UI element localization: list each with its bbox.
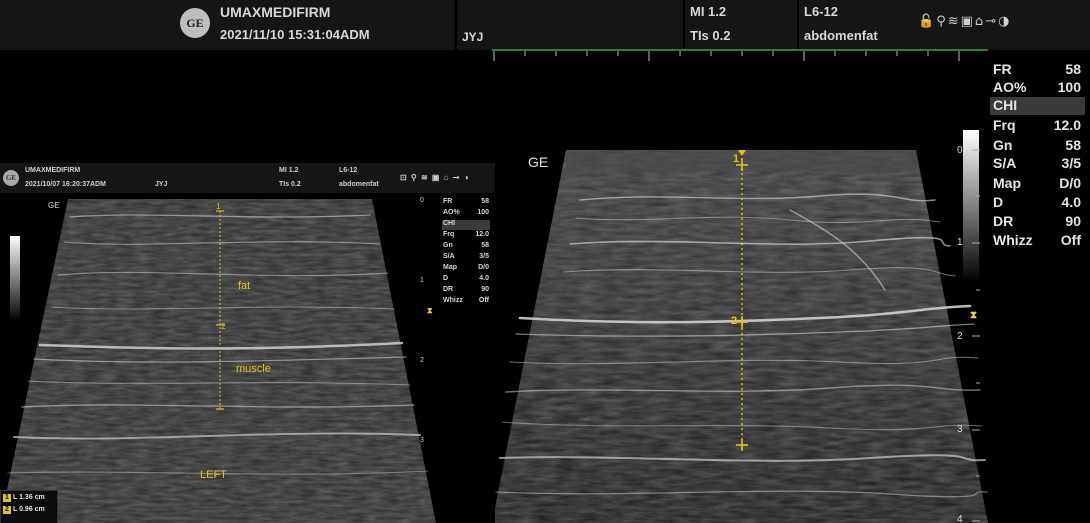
header-divider [683, 0, 685, 50]
inset-param-sa: S/A 3/5 [443, 253, 489, 260]
inset-param-chi: CHI [442, 220, 490, 230]
inset-param-fr: FR 58 [443, 198, 489, 205]
depth-tick-3: 3 [957, 424, 963, 435]
depth-tick-1: 1 [957, 237, 963, 248]
measurement-2: 2L 0.96 cm [3, 506, 45, 514]
param-frq: Frq 12.0 [993, 117, 1081, 133]
thermal-index: TIs 0.2 [690, 28, 731, 43]
inset-param-frq: Frq 12.0 [443, 231, 489, 238]
inset-param-whizz: Whizz Off [443, 297, 489, 304]
depth-tick-2: 2 [957, 331, 963, 342]
param-gn: Gn 58 [993, 137, 1081, 153]
inset-depth-3: 3 [420, 437, 424, 444]
inset-exam-datetime: 2021/10/07 16:20:37ADM [25, 181, 106, 188]
param-dr: DR 90 [993, 213, 1081, 229]
inset-param-map: Map D/0 [443, 264, 489, 271]
inset-depth-1: 1 [420, 277, 424, 284]
param-map: Map D/0 [993, 175, 1081, 191]
caliper-start-label: 1 [733, 153, 739, 165]
inset-orientation-label: GE [48, 201, 60, 210]
inset-caliper-end: 2 [221, 322, 226, 331]
network-icon[interactable]: ≋ [948, 14, 961, 29]
header-bar: GE UMAXMEDIFIRM 2021/11/10 15:31:04ADM J… [0, 0, 1090, 50]
probe-icon[interactable]: ⚲ [936, 14, 948, 29]
site-name: UMAXMEDIFIRM [220, 4, 331, 20]
contrast-icon[interactable]: ◑ [998, 14, 1011, 29]
measurement-1: 1L 1.36 cm [3, 494, 45, 502]
annotation-fat: fat [238, 280, 251, 292]
inset-probe: L6-12 [339, 167, 358, 174]
inset-param-gn: Gn 58 [443, 242, 489, 249]
param-fr: FR 58 [993, 61, 1081, 77]
header-divider [797, 0, 799, 50]
measurement-results: 1L 1.36 cm 2L 0.96 cm [0, 490, 58, 523]
inset-operator: JYJ [155, 181, 168, 188]
status-icons: 🔓⚲≋▣⌂⊸◑ [918, 14, 1011, 29]
annotation-muscle: muscle [236, 363, 271, 375]
disk-icon[interactable]: ▣ [961, 14, 975, 29]
ultrasound-image-current[interactable]: 1 2 [490, 140, 990, 523]
lock-icon[interactable]: 🔓 [918, 14, 936, 29]
caliper-end-label: 2 [731, 315, 737, 327]
param-whizz: Whizz Off [993, 232, 1081, 248]
param-d: D 4.0 [993, 194, 1081, 210]
inset-ge-logo: GE [3, 170, 19, 186]
inset-preset: abdomenfat [339, 181, 379, 188]
header-divider [455, 0, 457, 50]
inset-depth-0: 0 [420, 197, 424, 204]
param-sa: S/A 3/5 [993, 155, 1081, 171]
focus-marker[interactable]: ⧗ [970, 310, 977, 321]
inset-focus-marker: ⧗ [427, 306, 433, 315]
inset-grayscale-bar [10, 236, 20, 321]
image-orientation-label: GE [528, 154, 549, 170]
inset-mi: MI 1.2 [279, 167, 299, 174]
inset-caliper-start: 1 [216, 202, 221, 211]
probe-name: L6-12 [804, 4, 838, 19]
lateral-ruler [492, 49, 988, 61]
inset-param-d: D 4.0 [443, 275, 489, 282]
sector-background [492, 150, 988, 523]
depth-ticks [972, 149, 980, 522]
printer-icon[interactable]: ⌂ [975, 14, 985, 29]
key-icon[interactable]: ⊸ [985, 14, 998, 29]
depth-tick-4: 4 [957, 514, 963, 523]
operator-initials: JYJ [462, 30, 484, 44]
preset-name: abdomenfat [804, 28, 878, 43]
mechanical-index: MI 1.2 [690, 4, 727, 19]
depth-tick-0: 0 [957, 145, 963, 156]
inset-tis: TIs 0.2 [279, 181, 301, 188]
ge-logo: GE [180, 8, 210, 38]
inset-status-icons: ⊡ ⚲ ≋ ▣ ⌂ ⊸ ◑ [400, 173, 470, 182]
param-chi: CHI [990, 97, 1085, 115]
annotation-side: LEFT [200, 469, 227, 481]
inset-param-ao: AO% 100 [443, 209, 489, 216]
prior-exam-inset: GE UMAXMEDIFIRM 2021/10/07 16:20:37ADM J… [0, 163, 495, 523]
inset-depth-2: 2 [420, 357, 424, 364]
exam-datetime: 2021/11/10 15:31:04ADM [220, 27, 370, 42]
ultrasound-screen: GE UMAXMEDIFIRM 2021/11/10 15:31:04ADM J… [0, 0, 1090, 523]
param-ao: AO% 100 [993, 79, 1081, 95]
inset-site-name: UMAXMEDIFIRM [25, 167, 81, 174]
inset-header-bar: GE UMAXMEDIFIRM 2021/10/07 16:20:37ADM J… [0, 163, 495, 193]
inset-param-dr: DR 90 [443, 286, 489, 293]
